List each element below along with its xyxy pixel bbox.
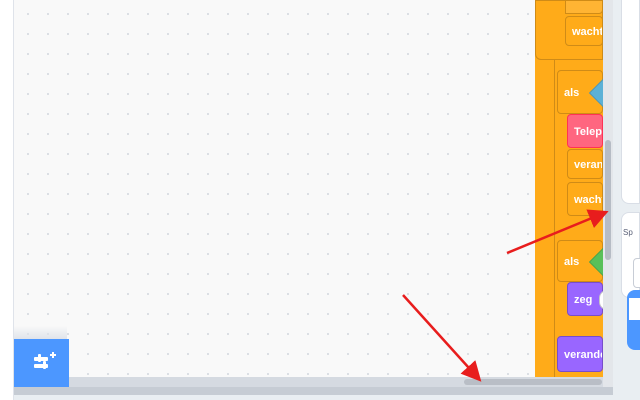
arrow-to-horizontal-scrollbar — [402, 294, 482, 382]
arrow-to-vertical-scrollbar — [506, 209, 609, 255]
annotation-arrows — [402, 209, 609, 382]
